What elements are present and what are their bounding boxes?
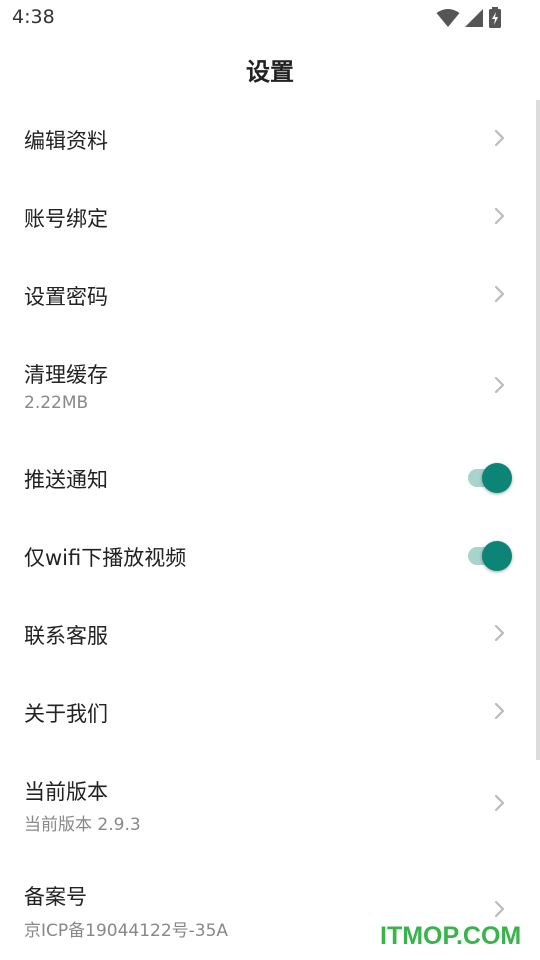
- settings-item-wifi-only-video: 仅wifi下播放视频: [0, 516, 540, 594]
- settings-item-label: 备案号: [24, 885, 87, 909]
- settings-item-label: 关于我们: [24, 702, 108, 726]
- toggle-thumb: [482, 463, 512, 493]
- cache-size-value: 2.22MB: [24, 393, 89, 413]
- toggle-thumb: [482, 541, 512, 571]
- chevron-right-icon: [494, 207, 505, 225]
- settings-item-set-password[interactable]: 设置密码: [0, 256, 540, 334]
- scrollbar[interactable]: [536, 100, 540, 760]
- status-time: 4:38: [12, 6, 55, 28]
- settings-item-edit-profile[interactable]: 编辑资料: [0, 100, 540, 178]
- chevron-right-icon: [494, 129, 505, 147]
- chevron-right-icon: [494, 285, 505, 303]
- settings-item-label: 仅wifi下播放视频: [24, 546, 187, 570]
- wifi-icon: [436, 9, 460, 27]
- settings-item-push-notifications: 推送通知: [0, 438, 540, 516]
- chevron-right-icon: [494, 794, 505, 812]
- settings-item-label: 清理缓存: [24, 363, 108, 387]
- chevron-right-icon: [494, 702, 505, 720]
- chevron-right-icon: [494, 624, 505, 642]
- settings-item-label: 设置密码: [24, 285, 108, 309]
- settings-item-label: 账号绑定: [24, 207, 108, 231]
- version-value: 当前版本 2.9.3: [24, 815, 141, 835]
- settings-item-label: 联系客服: [24, 624, 108, 648]
- settings-item-about-us[interactable]: 关于我们: [0, 672, 540, 750]
- status-bar: 4:38: [0, 0, 540, 38]
- push-notifications-toggle[interactable]: [466, 462, 514, 494]
- icp-number-value: 京ICP备19044122号-35A: [24, 921, 229, 941]
- settings-item-current-version[interactable]: 当前版本 当前版本 2.9.3: [0, 750, 540, 854]
- settings-item-label: 编辑资料: [24, 129, 108, 153]
- wifi-only-video-toggle[interactable]: [466, 540, 514, 572]
- settings-item-clear-cache[interactable]: 清理缓存 2.22MB: [0, 334, 540, 438]
- cell-signal-icon: [465, 9, 483, 27]
- chevron-right-icon: [494, 900, 505, 918]
- watermark-logo: ITMOP.COM: [380, 922, 522, 950]
- settings-item-account-binding[interactable]: 账号绑定: [0, 178, 540, 256]
- status-icons: [436, 6, 502, 30]
- page-title: 设置: [246, 58, 294, 86]
- settings-item-label: 当前版本: [24, 780, 108, 804]
- header: 设置: [0, 38, 540, 100]
- settings-item-contact-support[interactable]: 联系客服: [0, 594, 540, 672]
- chevron-right-icon: [494, 376, 505, 394]
- settings-item-label: 推送通知: [24, 468, 108, 492]
- battery-charging-icon: [489, 7, 501, 28]
